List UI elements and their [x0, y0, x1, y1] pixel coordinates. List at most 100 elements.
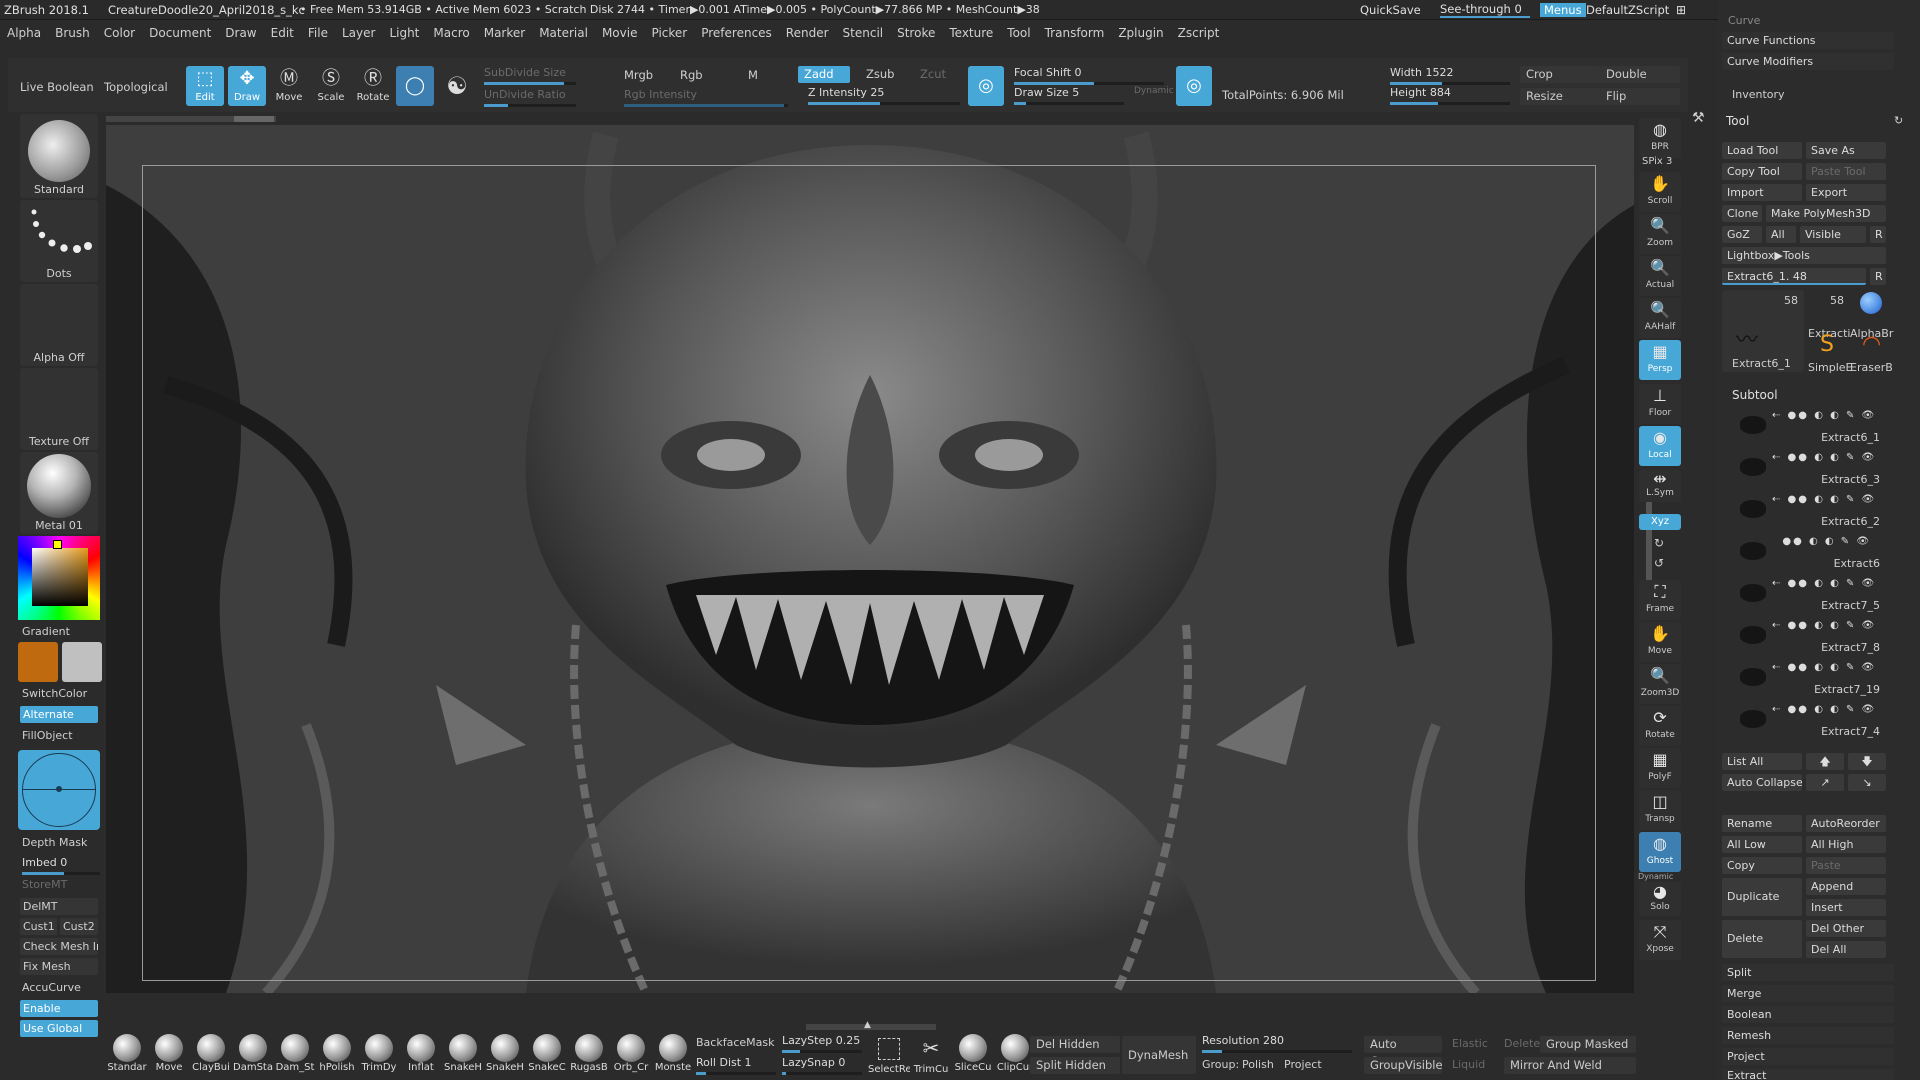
quicksave-button[interactable]: QuickSave: [1360, 3, 1421, 17]
cust1-button[interactable]: Cust1: [20, 918, 57, 935]
zadd-button[interactable]: Zadd: [798, 66, 850, 83]
zoom3d-button[interactable]: 🔍 Zoom3D: [1639, 664, 1681, 704]
default-zscript[interactable]: DefaultZScript: [1586, 3, 1669, 17]
zoom-button[interactable]: 🔍 Zoom: [1639, 214, 1681, 254]
brush-dam-st[interactable]: Dam_St: [274, 1032, 316, 1078]
menu-item[interactable]: Document: [142, 26, 218, 40]
frame-button[interactable]: ⛶ Frame: [1639, 580, 1681, 620]
brush-move[interactable]: Move: [148, 1032, 190, 1078]
topological-button[interactable]: Topological: [104, 80, 168, 94]
brush-monster[interactable]: Monste: [652, 1032, 694, 1078]
undivide-ratio-slider[interactable]: UnDivide Ratio: [484, 88, 576, 107]
menu-item[interactable]: Layer: [335, 26, 382, 40]
menu-item[interactable]: Brush: [48, 26, 97, 40]
copy-tool-button[interactable]: Copy Tool: [1722, 163, 1802, 180]
fillobject-button[interactable]: FillObject: [22, 729, 73, 742]
lazysnap-slider[interactable]: LazySnap 0: [782, 1056, 862, 1075]
brush-claybuildup[interactable]: ClayBui: [190, 1032, 232, 1078]
del-other-button[interactable]: Del Other: [1806, 920, 1886, 937]
dynamic-toggle[interactable]: Dynamic: [1134, 86, 1174, 96]
subtool-section-title[interactable]: Subtool: [1732, 388, 1778, 402]
scale-mode-button[interactable]: Ⓢ Scale: [312, 66, 350, 106]
polyf-button[interactable]: ▦ PolyF: [1639, 748, 1681, 788]
depth-mask-gizmo[interactable]: [18, 750, 100, 830]
tool-thumbnail-extract[interactable]: 58 Extracti: [1808, 290, 1850, 340]
merge-section-button[interactable]: Merge: [1722, 985, 1894, 1002]
live-boolean-button[interactable]: Live Boolean: [20, 80, 94, 94]
brush-inflat[interactable]: Inflat: [400, 1032, 442, 1078]
menu-item[interactable]: Stencil: [836, 26, 891, 40]
boolean-section-button[interactable]: Boolean: [1722, 1006, 1894, 1023]
current-tool-slider[interactable]: Extract6_1. 48: [1722, 268, 1866, 285]
resize-button[interactable]: Resize: [1520, 88, 1600, 105]
tool-thumbnail-alphabrush[interactable]: AlphaBr: [1850, 290, 1893, 340]
draw-size-slider[interactable]: Draw Size 5: [1014, 86, 1124, 105]
move-view-button[interactable]: ✋ Move: [1639, 622, 1681, 662]
document-canvas[interactable]: [106, 125, 1634, 993]
menu-item[interactable]: Stroke: [890, 26, 942, 40]
subdivide-size-slider[interactable]: SubDivide Size: [484, 66, 576, 85]
menu-item[interactable]: Light: [382, 26, 426, 40]
select-rect-tool[interactable]: SelectRe: [868, 1032, 910, 1078]
save-as-button[interactable]: Save As: [1806, 142, 1886, 159]
duplicate-button[interactable]: Duplicate: [1722, 878, 1802, 916]
menu-item[interactable]: Marker: [477, 26, 532, 40]
flip-button[interactable]: Flip: [1600, 88, 1680, 105]
menu-item[interactable]: Alpha: [0, 26, 48, 40]
delete-subtool-button[interactable]: Delete: [1722, 920, 1802, 958]
slice-curve-tool[interactable]: SliceCu: [952, 1032, 994, 1078]
menu-item[interactable]: Material: [532, 26, 595, 40]
brush-snakehook[interactable]: SnakeH: [442, 1032, 484, 1078]
secondary-color-swatch[interactable]: [62, 642, 102, 682]
zcut-button[interactable]: Zcut: [914, 66, 952, 83]
height-slider[interactable]: Height 884: [1390, 86, 1510, 105]
layout-icon[interactable]: ⊞: [1676, 3, 1686, 17]
xpose-button[interactable]: ⤧ Xpose: [1639, 920, 1681, 960]
liquid-button[interactable]: Liquid: [1452, 1058, 1485, 1071]
menu-item[interactable]: Preferences: [694, 26, 779, 40]
ghost-button[interactable]: ◍ Ghost: [1639, 832, 1681, 872]
subtool-controls[interactable]: ⇠ ●● ◐ ◐ ✎ 👁: [1772, 662, 1908, 673]
menu-item[interactable]: Color: [97, 26, 142, 40]
elastic-button[interactable]: Elastic: [1452, 1037, 1488, 1050]
goz-r-button[interactable]: R: [1870, 226, 1886, 243]
resolution-slider[interactable]: Resolution 280: [1202, 1034, 1352, 1053]
menu-item[interactable]: Movie: [595, 26, 645, 40]
actual-button[interactable]: 🔍 Actual: [1639, 256, 1681, 296]
goz-visible-button[interactable]: Visible: [1800, 226, 1866, 243]
texture-selector[interactable]: Texture Off: [20, 368, 98, 450]
xyz-button[interactable]: Xyz: [1639, 514, 1681, 530]
subtool-item[interactable]: ⇠ ●● ◐ ◐ ✎ 👁 Extract6_3: [1736, 446, 1908, 488]
rotate-mode-button[interactable]: Ⓡ Rotate: [354, 66, 392, 106]
copy-subtool-button[interactable]: Copy: [1722, 857, 1802, 874]
shelf-toggle-arrow[interactable]: ▲: [806, 1020, 936, 1030]
split-section-button[interactable]: Split: [1722, 964, 1894, 981]
check-mesh-button[interactable]: Check Mesh In: [20, 938, 98, 955]
tool-thumbnail-simpleedit[interactable]: S SimpleE: [1808, 332, 1853, 374]
toolbar-scrollbar[interactable]: [106, 116, 276, 122]
main-color-swatch[interactable]: [18, 642, 58, 682]
rotate-y-icon[interactable]: ↻: [1654, 536, 1664, 550]
roll-dist-slider[interactable]: Roll Dist 1: [696, 1056, 776, 1075]
brush-hpolish[interactable]: hPolish: [316, 1032, 358, 1078]
width-slider[interactable]: Width 1522: [1390, 66, 1510, 85]
local-button[interactable]: ◉ Local: [1639, 426, 1681, 466]
brush-snakecurve[interactable]: SnakeC: [526, 1032, 568, 1078]
menu-item[interactable]: Draw: [218, 26, 263, 40]
seethrough-slider[interactable]: See-through 0: [1440, 2, 1530, 18]
paste-tool-button[interactable]: Paste Tool: [1806, 163, 1886, 180]
dynamesh-button[interactable]: DynaMesh: [1122, 1036, 1196, 1074]
focal-shift-icon-button[interactable]: ◎: [968, 66, 1004, 106]
subtool-controls[interactable]: ⇠ ●● ◐ ◐ ✎ 👁: [1772, 620, 1908, 631]
subtool-controls[interactable]: ⇠ ●● ◐ ◐ ✎ 👁: [1772, 452, 1908, 463]
auto-groups-button[interactable]: Auto Groups: [1364, 1036, 1442, 1068]
edit-button[interactable]: ⬚ Edit: [186, 66, 224, 106]
subtool-item[interactable]: ⇠ ●● ◐ ◐ ✎ 👁 Extract7_19: [1736, 656, 1908, 698]
sphere-toggle[interactable]: ◯: [396, 66, 434, 106]
curve-modifiers-button[interactable]: Curve Modifiers: [1722, 53, 1894, 70]
zsub-button[interactable]: Zsub: [860, 66, 900, 83]
tool-thumbnail-eraser[interactable]: ◠ EraserB: [1850, 332, 1893, 374]
spix-slider[interactable]: SPix 3: [1642, 156, 1672, 167]
group-masked-button[interactable]: Group Masked: [1540, 1036, 1636, 1053]
tool-pin-icon[interactable]: ⚒: [1692, 110, 1705, 126]
